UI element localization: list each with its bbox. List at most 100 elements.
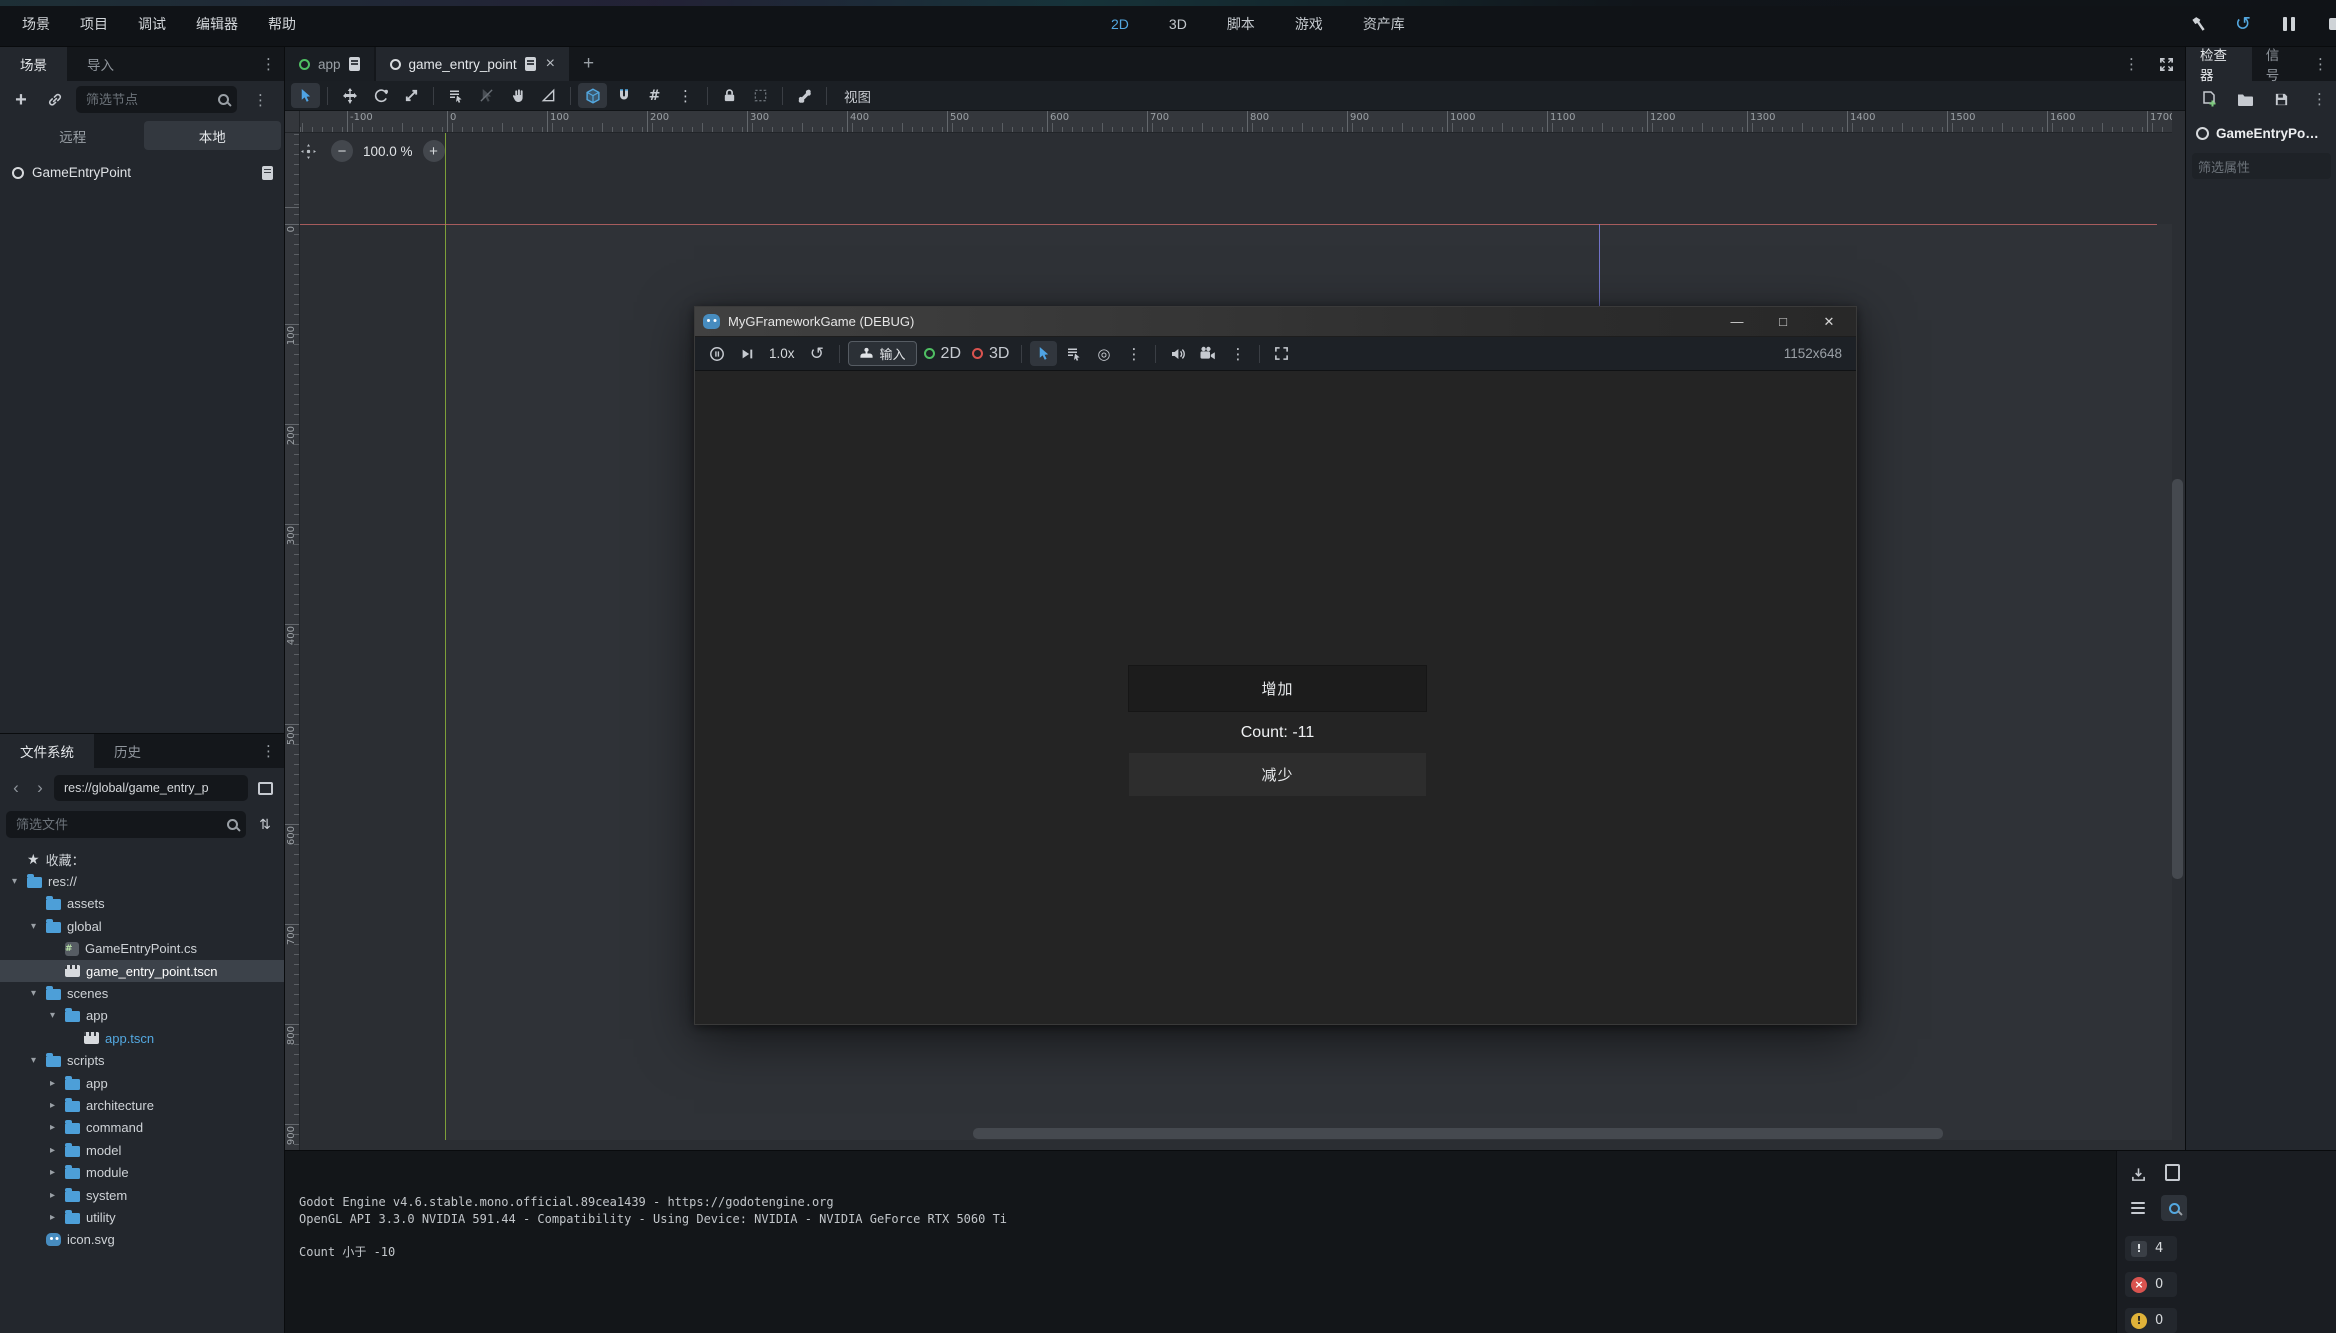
picking-mode-button[interactable]: ◎ <box>1090 341 1117 366</box>
menu-item[interactable]: 项目 <box>68 10 120 38</box>
workspace-button[interactable]: 游戏 <box>1279 10 1333 38</box>
skeleton-options-button[interactable] <box>790 83 819 108</box>
copy-output-icon[interactable] <box>2161 1161 2187 1187</box>
tab-signals[interactable]: 信号 <box>2252 47 2305 81</box>
mute-audio-button[interactable] <box>1164 341 1191 366</box>
fs-tree-item[interactable]: app.tscn <box>0 1027 284 1049</box>
tab-strip-menu-icon[interactable]: ⋮ <box>2116 55 2147 73</box>
fs-tree-item[interactable]: GameEntryPoint.cs <box>0 938 284 960</box>
new-resource-icon[interactable] <box>2196 86 2222 112</box>
grid-snap-button[interactable] <box>609 83 638 108</box>
scene-dock-menu-icon[interactable]: ⋮ <box>253 47 284 81</box>
workspace-button[interactable]: 3D <box>1153 12 1197 36</box>
fs-tree-item[interactable]: architecture <box>0 1094 284 1116</box>
workspace-button[interactable]: 2D <box>1095 12 1139 36</box>
build-csharp-button[interactable] <box>2182 9 2212 39</box>
zoom-out-button[interactable]: − <box>331 140 353 162</box>
maximize-button[interactable]: □ <box>1764 307 1802 337</box>
fs-tree-item[interactable]: icon.svg <box>0 1229 284 1251</box>
inspector-menu-icon[interactable]: ⋮ <box>2305 47 2336 81</box>
game-window-titlebar[interactable]: MyGFrameworkGame (DEBUG) — □ ✕ <box>695 307 1856 337</box>
fs-tree-item[interactable]: game_entry_point.tscn <box>0 960 284 982</box>
fs-tree-item[interactable]: utility <box>0 1206 284 1228</box>
search-output-icon[interactable] <box>2161 1195 2187 1221</box>
ruler-tool-button[interactable] <box>534 83 563 108</box>
workspace-button[interactable]: 脚本 <box>1211 10 1265 38</box>
close-tab-icon[interactable]: × <box>544 55 555 73</box>
zoom-level-label[interactable]: 100.0 % <box>363 144 413 159</box>
fs-tree-item[interactable]: global <box>0 915 284 937</box>
select-list-button[interactable] <box>1060 341 1087 366</box>
expand-arrow-icon[interactable] <box>27 921 40 932</box>
filter-nodes-field[interactable] <box>76 86 237 113</box>
forward-icon[interactable]: › <box>30 776 50 800</box>
sort-files-icon[interactable]: ⇅ <box>252 811 278 837</box>
filesystem-menu-icon[interactable]: ⋮ <box>253 734 284 768</box>
group-selected-button[interactable] <box>746 83 775 108</box>
menu-item[interactable]: 场景 <box>10 10 62 38</box>
zoom-in-button[interactable]: + <box>423 140 445 162</box>
view-menu-button[interactable]: 视图 <box>834 86 881 106</box>
stop-project-button[interactable] <box>2320 9 2336 39</box>
game-window[interactable]: MyGFrameworkGame (DEBUG) — □ ✕ 1.0x ↺ 输入… <box>694 306 1857 1025</box>
expand-arrow-icon[interactable] <box>27 1055 40 1066</box>
filter-files-input[interactable] <box>14 816 221 833</box>
remote-button[interactable]: 远程 <box>4 121 142 150</box>
vertical-scrollbar[interactable] <box>2172 479 2183 879</box>
make-unselectable-button[interactable] <box>472 83 501 108</box>
move-tool-button[interactable] <box>335 83 364 108</box>
filter-files-field[interactable] <box>6 811 246 838</box>
current-path-input[interactable] <box>62 780 240 796</box>
fs-tree-item[interactable]: module <box>0 1161 284 1183</box>
workspace-button[interactable]: 资产库 <box>1347 10 1415 38</box>
fs-tree-item[interactable]: system <box>0 1184 284 1206</box>
tab-import[interactable]: 导入 <box>67 47 134 81</box>
camera-options-icon[interactable]: ⋮ <box>1224 341 1251 366</box>
suspend-button[interactable] <box>703 341 730 366</box>
expand-arrow-icon[interactable] <box>8 876 21 887</box>
message-count-badge[interactable]: 4 <box>2125 1236 2177 1261</box>
tab-filesystem[interactable]: 文件系统 <box>0 734 94 768</box>
pan-tool-button[interactable] <box>503 83 532 108</box>
select-mode-button[interactable] <box>1030 341 1057 366</box>
rotate-tool-button[interactable] <box>366 83 395 108</box>
close-button[interactable]: ✕ <box>1810 307 1848 337</box>
expand-arrow-icon[interactable] <box>46 1010 59 1021</box>
fs-tree-item[interactable]: app <box>0 1072 284 1094</box>
save-resource-icon[interactable] <box>2268 86 2294 112</box>
distraction-free-icon[interactable] <box>2153 51 2179 77</box>
menu-item[interactable]: 调试 <box>126 10 178 38</box>
restart-project-button[interactable]: ↺ <box>2228 9 2258 39</box>
2d-mode-button[interactable]: 2D <box>920 341 965 366</box>
instance-scene-button[interactable] <box>42 87 68 113</box>
toggle-split-mode-icon[interactable] <box>252 775 278 801</box>
increase-button[interactable]: 增加 <box>1128 665 1427 712</box>
snap-options-menu-icon[interactable]: ⋮ <box>671 83 700 108</box>
restart-game-button[interactable]: ↺ <box>804 341 831 366</box>
minimize-button[interactable]: — <box>1718 307 1756 337</box>
back-icon[interactable]: ‹ <box>6 776 26 800</box>
embed-fullscreen-button[interactable] <box>1268 341 1295 366</box>
scene-tab[interactable]: game_entry_point × <box>376 47 569 81</box>
new-scene-tab-button[interactable]: + <box>571 47 606 81</box>
expand-arrow-icon[interactable] <box>46 1167 59 1178</box>
save-output-icon[interactable] <box>2125 1161 2151 1187</box>
camera-override-button[interactable] <box>1194 341 1221 366</box>
filter-properties-field[interactable]: 筛选属性 <box>2192 153 2331 179</box>
select-tool-button[interactable] <box>291 83 320 108</box>
current-path-field[interactable] <box>54 775 248 801</box>
fs-tree-item[interactable]: model <box>0 1139 284 1161</box>
selection-options-icon[interactable]: ⋮ <box>1120 341 1147 366</box>
expand-arrow-icon[interactable] <box>46 1212 59 1223</box>
pause-project-button[interactable] <box>2274 9 2304 39</box>
expand-arrow-icon[interactable] <box>46 1100 59 1111</box>
smart-snap-button[interactable] <box>578 83 607 108</box>
fs-tree-item[interactable]: 收藏： <box>0 848 284 870</box>
3d-mode-button[interactable]: 3D <box>968 341 1013 366</box>
next-frame-button[interactable] <box>733 341 760 366</box>
list-select-button[interactable] <box>441 83 470 108</box>
output-log[interactable]: Godot Engine v4.6.stable.mono.official.8… <box>299 1161 2096 1327</box>
fs-tree-item[interactable]: scripts <box>0 1050 284 1072</box>
filter-nodes-input[interactable] <box>84 91 212 108</box>
expand-arrow-icon[interactable] <box>27 988 40 999</box>
